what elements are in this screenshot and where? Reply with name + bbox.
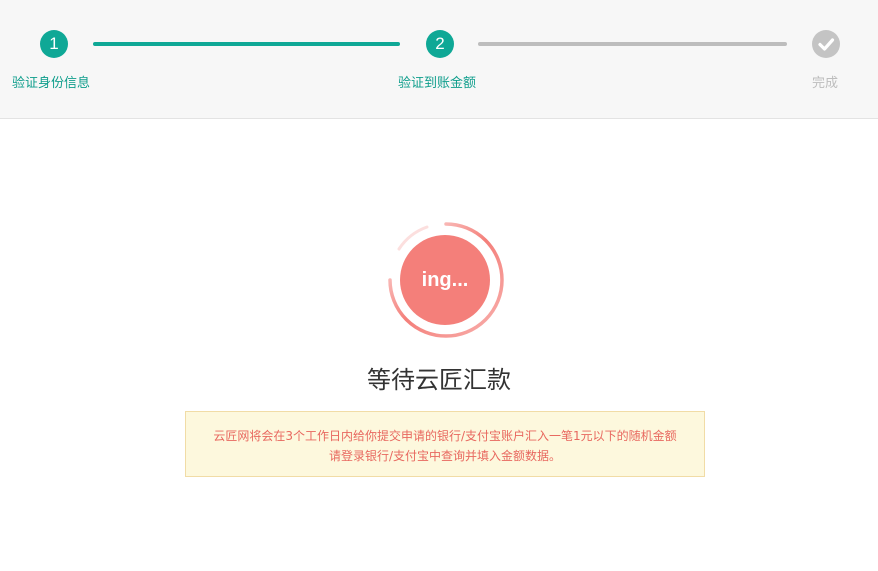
notice-box: 云匠网将会在3个工作日内给你提交申请的银行/支付宝账户汇入一笔1元以下的随机金额… [185, 411, 705, 477]
step-connector-2 [478, 42, 787, 46]
step-2-indicator: 2 [426, 30, 454, 58]
step-3-indicator [812, 30, 840, 58]
check-icon [818, 38, 835, 51]
step-3-label: 完成 [812, 76, 839, 91]
progress-steps: 1 验证身份信息 2 验证到账金额 完成 [0, 0, 878, 119]
spinner-text: ing... [400, 235, 490, 325]
status-title: 等待云匠汇款 [367, 366, 511, 394]
step-connector-1 [93, 42, 400, 46]
step-2-label: 验证到账金额 [398, 76, 477, 91]
notice-line-2: 请登录银行/支付宝中查询并填入金额数据。 [328, 449, 562, 463]
step-1-label: 验证身份信息 [12, 76, 91, 91]
notice-line-1: 云匠网将会在3个工作日内给你提交申请的银行/支付宝账户汇入一笔1元以下的随机金额 [213, 429, 677, 443]
step-1-indicator: 1 [40, 30, 68, 58]
